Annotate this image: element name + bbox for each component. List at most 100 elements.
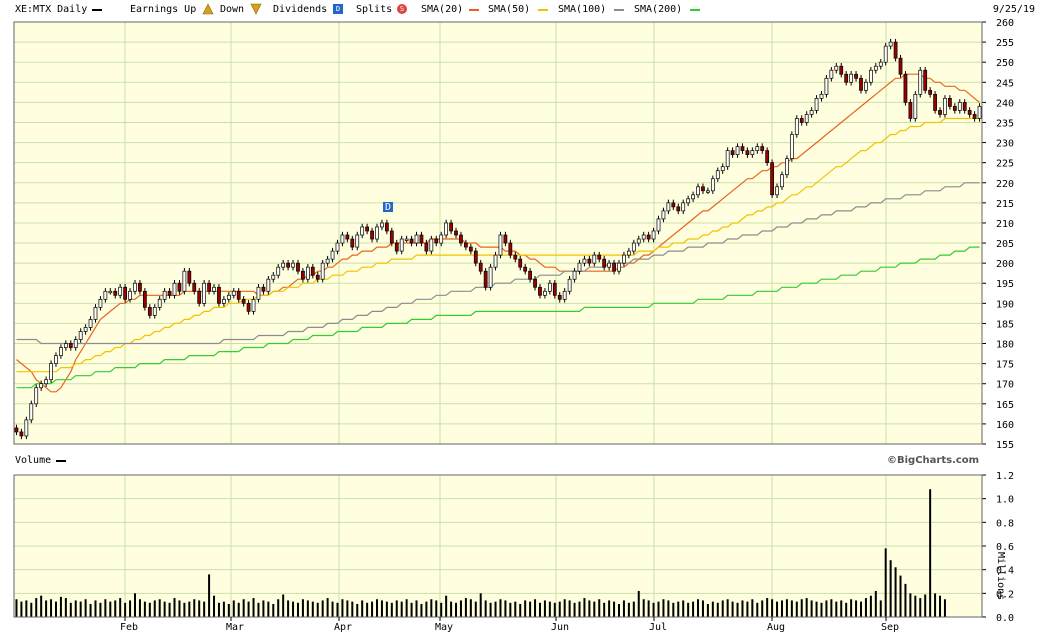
volume-bar bbox=[850, 599, 853, 617]
volume-bar bbox=[109, 601, 112, 617]
volume-bar bbox=[45, 600, 48, 617]
candle-down bbox=[217, 286, 221, 304]
volume-bar bbox=[104, 599, 107, 617]
volume-bar bbox=[642, 599, 645, 617]
volume-bar bbox=[153, 600, 156, 617]
candle-up bbox=[444, 222, 449, 236]
price-y-tick-label: 205 bbox=[996, 239, 1014, 250]
candle-up bbox=[118, 286, 123, 296]
candle-down bbox=[933, 93, 937, 111]
volume-bar bbox=[484, 600, 487, 617]
candle-up bbox=[636, 238, 641, 244]
candle-down bbox=[424, 242, 429, 252]
volume-bar bbox=[677, 601, 680, 617]
candle-up bbox=[182, 270, 187, 292]
volume-bar bbox=[785, 599, 788, 617]
candle-up bbox=[335, 242, 340, 252]
volume-bar bbox=[138, 599, 141, 617]
volume-bar bbox=[563, 599, 566, 617]
candle-down bbox=[898, 57, 903, 75]
volume-bar bbox=[366, 602, 369, 617]
volume-bar bbox=[519, 603, 522, 617]
volume-bar bbox=[40, 595, 43, 617]
candle-up bbox=[24, 419, 29, 437]
candle-down bbox=[68, 343, 73, 348]
volume-bar bbox=[405, 599, 408, 617]
volume-bar bbox=[119, 598, 122, 617]
x-axis-month-label: Aug bbox=[767, 622, 785, 633]
volume-y-tick-label: 1.0 bbox=[996, 495, 1014, 506]
candle-up bbox=[340, 234, 345, 244]
volume-bar bbox=[860, 601, 862, 617]
volume-bar bbox=[455, 602, 458, 617]
candle-up bbox=[715, 170, 720, 180]
volume-bar bbox=[869, 595, 872, 617]
volume-bar bbox=[410, 602, 413, 617]
candle-up bbox=[814, 98, 819, 111]
volume-bar bbox=[578, 601, 581, 617]
candle-up bbox=[103, 290, 108, 300]
volume-bar bbox=[459, 600, 462, 617]
volume-bar bbox=[815, 601, 818, 617]
volume-bar bbox=[697, 599, 700, 617]
volume-bar bbox=[287, 600, 290, 617]
price-y-tick-label: 195 bbox=[996, 279, 1014, 290]
volume-bar bbox=[213, 595, 216, 617]
candle-up bbox=[73, 339, 78, 348]
volume-y-tick-label: 0.0 bbox=[996, 613, 1014, 624]
volume-bar bbox=[292, 601, 295, 617]
candle-up bbox=[775, 186, 779, 196]
price-y-tick-label: 240 bbox=[996, 98, 1014, 109]
x-axis-month-label: Jul bbox=[649, 622, 667, 633]
candle-up bbox=[39, 383, 44, 389]
candle-up bbox=[276, 266, 281, 276]
candle-up bbox=[83, 327, 88, 332]
candle-up bbox=[849, 73, 854, 83]
candle-down bbox=[483, 270, 488, 288]
x-axis-month-label: Jun bbox=[551, 622, 569, 633]
candle-down bbox=[518, 258, 523, 268]
volume-bar bbox=[524, 600, 527, 617]
volume-bar bbox=[489, 602, 492, 617]
candle-up bbox=[49, 363, 53, 381]
volume-bar bbox=[193, 599, 196, 617]
x-axis-month-label: Feb bbox=[120, 622, 138, 633]
candle-up bbox=[375, 226, 379, 240]
candle-down bbox=[419, 234, 424, 244]
candle-down bbox=[473, 250, 478, 264]
volume-chart: 0.00.20.40.60.81.01.2Feb Mar Apr May Jun Jul A… bbox=[13, 471, 1014, 633]
candle-down bbox=[952, 106, 957, 111]
volume-bar bbox=[474, 601, 477, 617]
price-y-tick-label: 190 bbox=[996, 299, 1014, 310]
volume-bar bbox=[232, 600, 235, 617]
volume-y-tick-label: 0.8 bbox=[996, 518, 1014, 529]
candle-down bbox=[676, 206, 681, 212]
volume-bar bbox=[731, 601, 734, 617]
candle-up bbox=[834, 65, 839, 71]
price-y-tick-label: 165 bbox=[996, 400, 1014, 411]
volume-bar bbox=[879, 600, 882, 617]
volume-bar bbox=[306, 600, 309, 617]
candle-down bbox=[365, 226, 370, 232]
candle-down bbox=[859, 77, 863, 91]
volume-bar bbox=[830, 599, 833, 617]
candle-up bbox=[562, 290, 567, 300]
volume-bar bbox=[163, 601, 166, 617]
candle-up bbox=[108, 290, 113, 294]
candle-up bbox=[567, 278, 572, 292]
volume-bar bbox=[336, 602, 339, 617]
volume-bar bbox=[934, 593, 937, 617]
candle-up bbox=[34, 387, 39, 405]
volume-bar bbox=[692, 601, 695, 617]
candle-down bbox=[296, 262, 300, 272]
dividend-marker-letter: D bbox=[385, 202, 391, 213]
candle-up bbox=[305, 266, 310, 280]
candle-up bbox=[656, 218, 661, 232]
candle-up bbox=[706, 190, 710, 193]
candle-down bbox=[394, 242, 399, 252]
volume-bar bbox=[59, 596, 62, 617]
candle-up bbox=[355, 234, 360, 248]
volume-bar bbox=[864, 598, 867, 617]
volume-bar bbox=[943, 599, 946, 617]
volume-bar bbox=[904, 583, 907, 617]
